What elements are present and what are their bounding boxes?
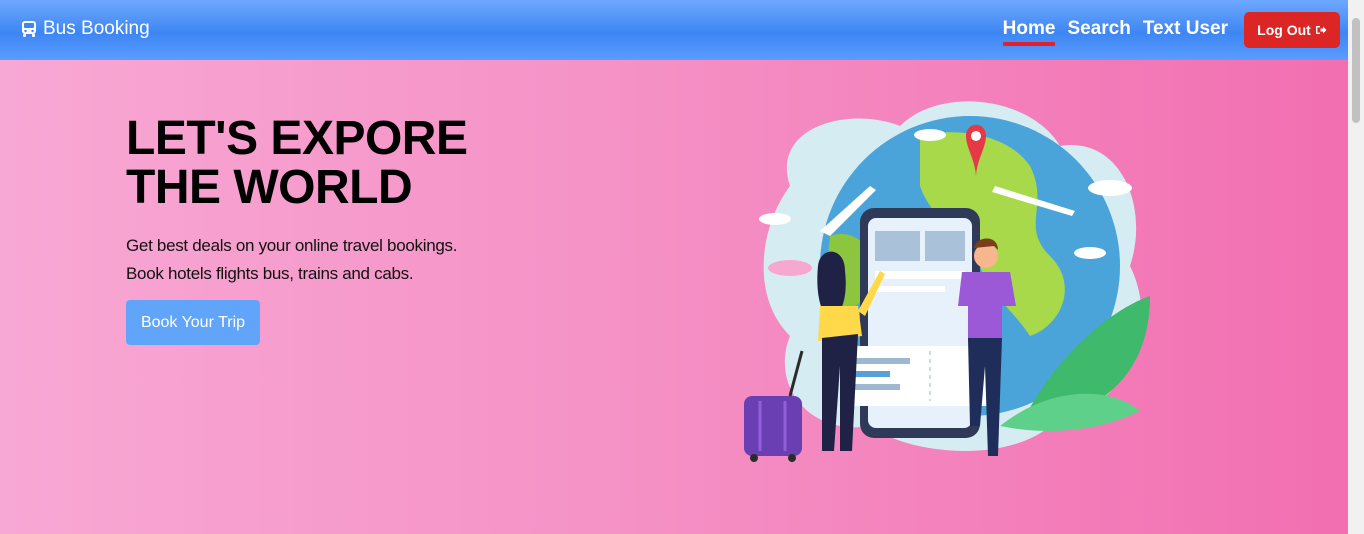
nav-link-text-user[interactable]: Text User <box>1143 18 1228 44</box>
suitcase <box>744 396 802 456</box>
headline-line-2: THE WORLD <box>126 161 413 214</box>
cloud-3 <box>914 129 946 141</box>
tagline-line-2: Book hotels flights bus, trains and cabs… <box>126 264 414 283</box>
nav-link-search[interactable]: Search <box>1067 18 1130 44</box>
hero-headline: LET'S EXPORE THE WORLD <box>126 112 468 214</box>
brand[interactable]: Bus Booking <box>20 18 150 40</box>
cloud-5 <box>759 213 791 225</box>
scrollbar-thumb[interactable] <box>1352 18 1360 123</box>
cloud-4 <box>1074 247 1106 259</box>
logout-button[interactable]: Log Out <box>1244 12 1340 48</box>
headline-line-1: LET'S EXPORE <box>126 112 468 165</box>
cloud <box>768 260 812 276</box>
nav-links: Home Search Text User <box>1002 18 1228 46</box>
book-trip-button[interactable]: Book Your Trip <box>126 300 260 345</box>
hero-tagline: Get best deals on your online travel boo… <box>126 232 457 288</box>
nav-link-home[interactable]: Home <box>1002 18 1055 46</box>
woman-pants <box>822 334 858 451</box>
sign-out-icon <box>1315 26 1327 34</box>
vertical-scrollbar[interactable] <box>1348 0 1364 534</box>
logout-label: Log Out <box>1257 22 1311 38</box>
travel-globe-illustration <box>744 101 1150 462</box>
bus-icon <box>22 21 36 37</box>
tagline-line-1: Get best deals on your online travel boo… <box>126 236 458 255</box>
navbar: Bus Booking Home Search Text User Log Ou… <box>0 0 1348 60</box>
cloud-2 <box>1088 180 1132 196</box>
brand-label: Bus Booking <box>43 18 150 39</box>
